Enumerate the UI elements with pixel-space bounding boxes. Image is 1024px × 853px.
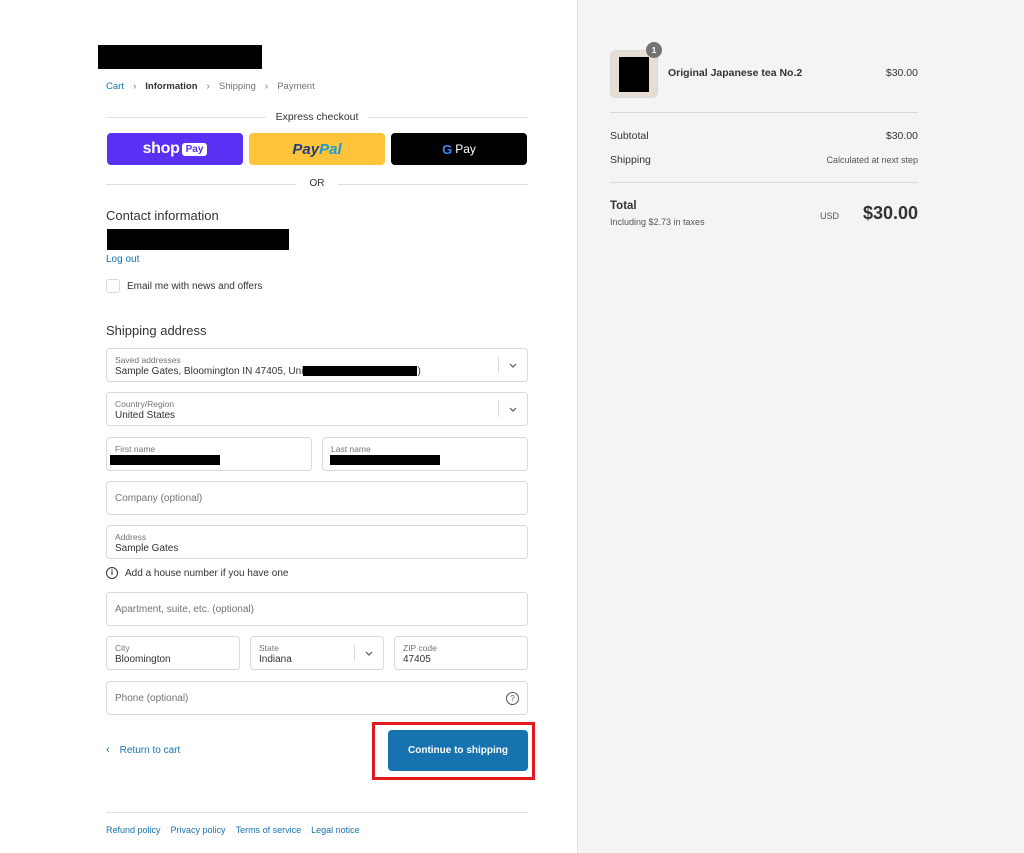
country-select[interactable]: Country/Region United States (106, 392, 528, 426)
question-circle-icon[interactable]: ? (506, 692, 519, 705)
email-redacted (107, 229, 289, 250)
last-name-field[interactable]: Last name (322, 437, 528, 471)
select-divider (498, 357, 499, 373)
last-name-redacted (330, 455, 440, 465)
return-to-cart-label: Return to cart (119, 744, 181, 756)
continue-to-shipping-button[interactable]: Continue to shipping (388, 730, 528, 771)
saved-addresses-label: Saved addresses (115, 355, 181, 365)
breadcrumb-shipping: Shipping (218, 80, 256, 92)
city-label: City (115, 643, 130, 653)
address-redacted (303, 366, 418, 377)
shop-pay-button[interactable]: shop Pay (107, 133, 243, 165)
info-icon: i (106, 567, 118, 579)
zip-value: 47405 (403, 654, 431, 665)
store-logo-redacted (98, 45, 262, 69)
select-divider (498, 401, 499, 417)
total-label: Total (610, 200, 637, 212)
divider (106, 184, 296, 185)
apartment-placeholder: Apartment, suite, etc. (optional) (115, 604, 254, 615)
total-amount: $30.00 (862, 203, 918, 223)
select-divider (354, 645, 355, 661)
google-pay-wordmark: Pay (455, 142, 476, 156)
phone-field[interactable]: Phone (optional) ? (106, 681, 528, 715)
paypal-button[interactable]: Pay Pal (249, 133, 385, 165)
state-select[interactable]: State Indiana (250, 636, 384, 670)
last-name-label: Last name (331, 444, 371, 454)
terms-of-service-link[interactable]: Terms of service (236, 825, 302, 835)
google-pay-button[interactable]: G Pay (391, 133, 527, 165)
chevron-right-icon: › (206, 80, 210, 92)
product-price: $30.00 (885, 67, 918, 79)
state-label: State (259, 643, 279, 653)
product-name: Original Japanese tea No.2 (668, 67, 803, 79)
shipping-section-title: Shipping address (106, 323, 207, 338)
taxes-note: Including $2.73 in taxes (610, 217, 705, 227)
product-image-redacted (619, 57, 649, 92)
chevron-right-icon: › (132, 80, 137, 92)
footer-links: Refund policy Privacy policy Terms of se… (106, 825, 370, 835)
company-field[interactable]: Company (optional) (106, 481, 528, 515)
breadcrumb-cart[interactable]: Cart (106, 81, 124, 92)
newsletter-checkbox[interactable] (106, 279, 120, 293)
newsletter-label: Email me with news and offers (127, 280, 263, 292)
address-value: Sample Gates (115, 543, 179, 554)
privacy-policy-link[interactable]: Privacy policy (171, 825, 226, 835)
address-label: Address (115, 532, 147, 542)
chevron-right-icon: › (264, 80, 269, 92)
zip-field[interactable]: ZIP code 47405 (394, 636, 528, 670)
country-label: Country/Region (115, 399, 175, 409)
or-separator: OR (309, 178, 325, 189)
refund-policy-link[interactable]: Refund policy (106, 825, 161, 835)
subtotal-label: Subtotal (610, 130, 649, 142)
address-hint: i Add a house number if you have one (106, 567, 288, 579)
breadcrumb-information: Information (145, 80, 198, 92)
first-name-redacted (110, 455, 220, 465)
address-field[interactable]: Address Sample Gates (106, 525, 528, 559)
divider (338, 184, 528, 185)
subtotal-value: $30.00 (885, 130, 918, 142)
return-to-cart-link[interactable]: ‹ Return to cart (106, 744, 180, 756)
logout-link[interactable]: Log out (106, 254, 139, 265)
first-name-label: First name (115, 444, 156, 454)
company-placeholder: Company (optional) (115, 493, 203, 504)
chevron-down-icon (506, 359, 520, 371)
legal-notice-link[interactable]: Legal notice (311, 825, 360, 835)
first-name-field[interactable]: First name (106, 437, 312, 471)
saved-addresses-select[interactable]: Saved addresses Sample Gates, Bloomingto… (106, 348, 528, 382)
divider (610, 112, 918, 113)
google-g-icon: G (442, 141, 453, 157)
shop-pay-chip: Pay (181, 142, 208, 156)
chevron-down-icon (362, 647, 376, 659)
shipping-value: Calculated at next step (826, 155, 918, 165)
paypal-wordmark-part2: Pal (319, 140, 342, 158)
zip-label: ZIP code (403, 643, 437, 653)
city-value: Bloomington (115, 654, 171, 665)
shop-pay-wordmark: shop (142, 140, 180, 157)
paypal-wordmark-part1: Pay (292, 140, 320, 158)
phone-placeholder: Phone (optional) (115, 693, 189, 704)
currency-code: USD (820, 211, 840, 221)
newsletter-option[interactable]: Email me with news and offers (106, 279, 262, 293)
apartment-field[interactable]: Apartment, suite, etc. (optional) (106, 592, 528, 626)
country-value: United States (115, 410, 176, 421)
state-value: Indiana (259, 654, 292, 665)
city-field[interactable]: City Bloomington (106, 636, 240, 670)
shipping-label: Shipping (610, 154, 651, 166)
saved-addresses-value-prefix: Sample Gates, Bloomington IN 47405, Uni (115, 366, 304, 377)
chevron-left-icon: ‹ (106, 744, 110, 756)
divider (106, 812, 528, 813)
chevron-down-icon (506, 403, 520, 415)
saved-addresses-value-suffix: ) (417, 366, 421, 377)
quantity-badge: 1 (646, 42, 662, 58)
order-summary-panel (577, 0, 1024, 853)
contact-section-title: Contact information (106, 208, 219, 223)
express-checkout-title: Express checkout (275, 111, 359, 123)
breadcrumb-payment: Payment (277, 80, 315, 92)
saved-addresses-value: Sample Gates, Bloomington IN 47405, Uni) (115, 366, 421, 377)
breadcrumb: Cart › Information › Shipping › Payment (106, 80, 315, 92)
divider (610, 182, 918, 183)
address-hint-text: Add a house number if you have one (125, 567, 289, 579)
